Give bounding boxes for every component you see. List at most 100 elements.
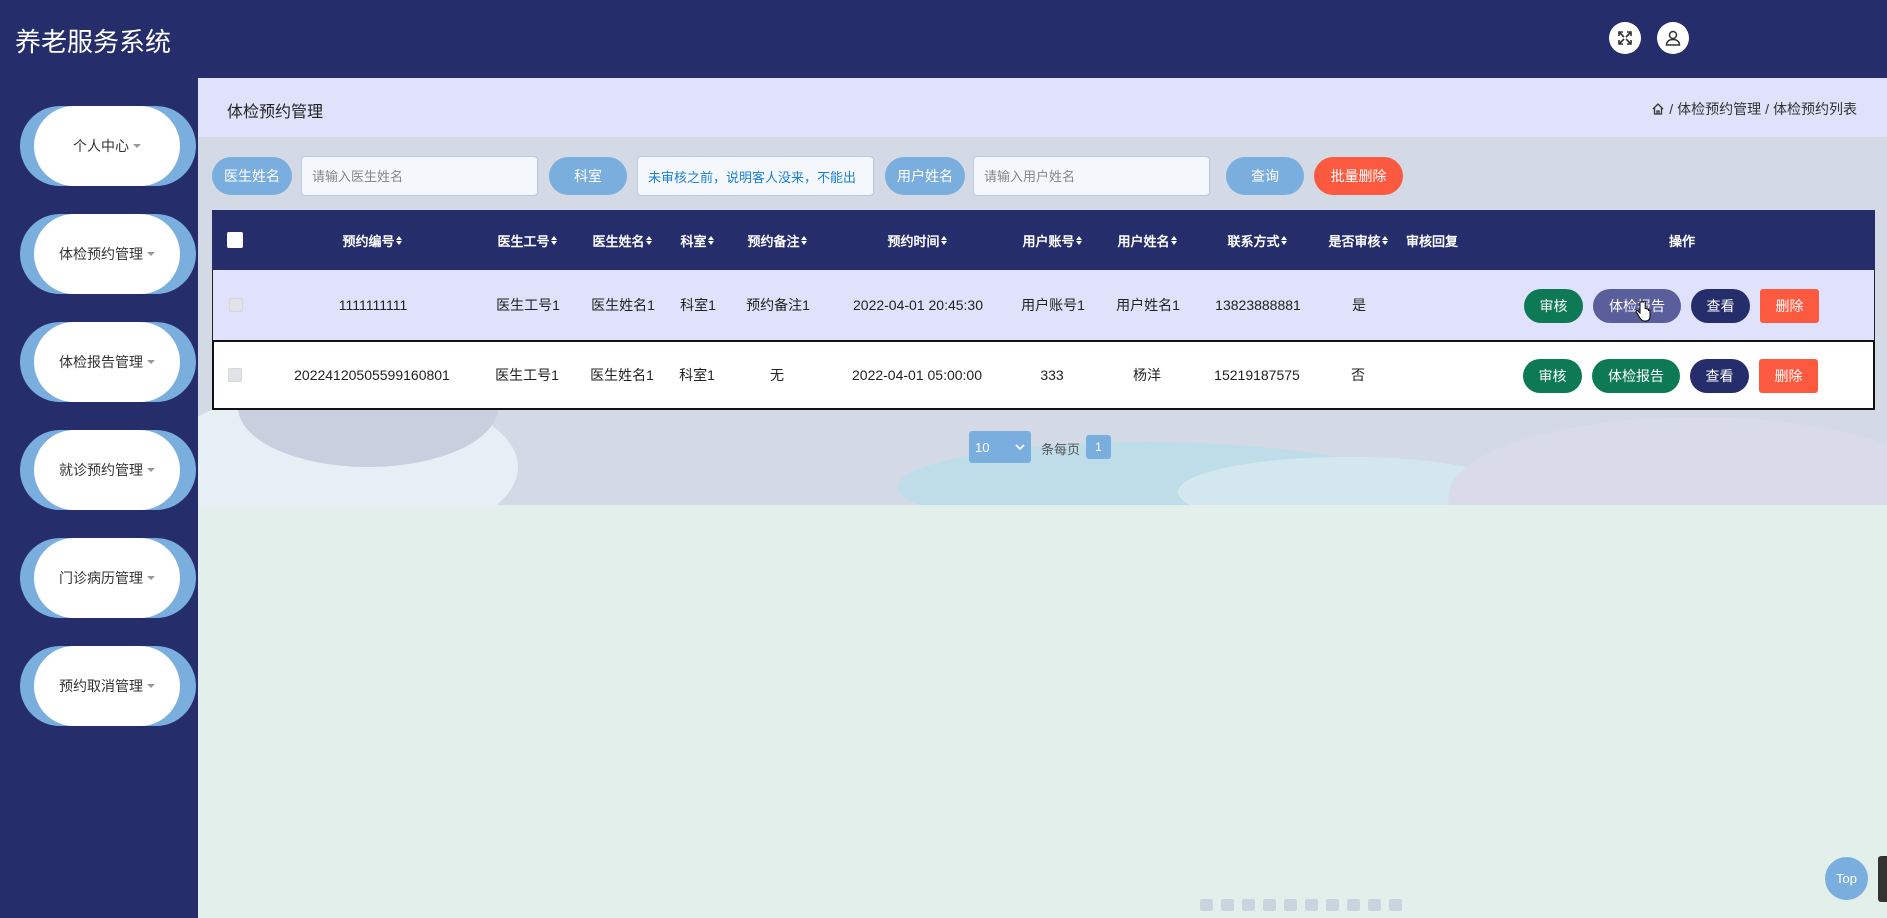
- cell-remark: 无: [770, 367, 784, 383]
- cell-account: 用户账号1: [1021, 297, 1085, 313]
- sidebar-item-booking-cancel[interactable]: 预约取消管理: [20, 646, 196, 726]
- audit-button[interactable]: 审核: [1524, 289, 1583, 323]
- caret-down-icon: [147, 468, 155, 472]
- app-title: 养老服务系统: [15, 27, 172, 57]
- select-all-checkbox[interactable]: [226, 210, 244, 270]
- row-checkbox[interactable]: [227, 270, 245, 340]
- department-label: 科室: [549, 157, 627, 195]
- sort-icon[interactable]: [800, 235, 807, 245]
- caret-down-icon: [133, 144, 141, 148]
- sidebar-item-label: 个人中心: [73, 138, 129, 154]
- view-button[interactable]: 查看: [1691, 289, 1750, 323]
- sidebar-item-outpatient-records[interactable]: 门诊病历管理: [20, 538, 196, 618]
- delete-button[interactable]: 删除: [1760, 289, 1819, 323]
- caret-down-icon: [147, 252, 155, 256]
- sort-icon[interactable]: [1381, 235, 1388, 245]
- cell-doctor-name: 医生姓名1: [591, 297, 655, 313]
- doctor-name-input[interactable]: [301, 156, 538, 196]
- sidebar-item-exam-booking[interactable]: 体检预约管理: [20, 214, 196, 294]
- department-input[interactable]: [637, 156, 874, 196]
- table-row: 20224120505599160801 医生工号1 医生姓名1 科室1 无 2…: [212, 340, 1875, 410]
- table-row: 1111111111 医生工号1 医生姓名1 科室1 预约备注1 2022-04…: [212, 270, 1875, 340]
- sidebar-item-visit-booking[interactable]: 就诊预约管理: [20, 430, 196, 510]
- cell-booking-id: 1111111111: [338, 297, 408, 313]
- sort-icon[interactable]: [707, 235, 714, 245]
- caret-down-icon: [147, 360, 155, 364]
- column-header-time[interactable]: 预约时间: [832, 210, 1002, 270]
- sidebar-item-label: 体检预约管理: [59, 246, 143, 262]
- page-number-button[interactable]: 1: [1086, 435, 1111, 459]
- sidebar-item-exam-report[interactable]: 体检报告管理: [20, 322, 196, 402]
- sidebar-item-label: 门诊病历管理: [59, 570, 143, 586]
- cell-time: 2022-04-01 05:00:00: [852, 367, 982, 383]
- sort-icon[interactable]: [395, 235, 402, 245]
- cell-reply: [1398, 270, 1468, 340]
- audit-button[interactable]: 审核: [1523, 359, 1582, 393]
- fullscreen-icon[interactable]: [1609, 22, 1641, 54]
- doctor-name-label: 医生姓名: [212, 157, 292, 195]
- cell-user-name: 用户姓名1: [1116, 297, 1180, 313]
- hand-cursor-icon: [1635, 300, 1651, 322]
- sort-icon[interactable]: [1075, 235, 1082, 245]
- batch-delete-button[interactable]: 批量删除: [1314, 157, 1403, 195]
- sidebar-item-label: 体检报告管理: [59, 354, 143, 370]
- ime-toolbar: [1200, 895, 1402, 915]
- cell-audited: 否: [1351, 367, 1365, 383]
- row-checkbox[interactable]: [226, 342, 244, 408]
- breadcrumb-separator: /: [1669, 101, 1674, 117]
- side-handle[interactable]: [1878, 856, 1887, 902]
- caret-down-icon: [147, 576, 155, 580]
- sort-icon[interactable]: [940, 235, 947, 245]
- sort-icon[interactable]: [1170, 235, 1177, 245]
- booking-table: 预约编号 医生工号 医生姓名 科室 预约备注 预约时间 用户账号 用户姓名 联系…: [212, 210, 1875, 410]
- column-header-remark[interactable]: 预约备注: [727, 210, 827, 270]
- view-button[interactable]: 查看: [1690, 359, 1749, 393]
- delete-button[interactable]: 删除: [1759, 359, 1818, 393]
- per-page-label: 条每页: [1041, 442, 1081, 457]
- cell-department: 科室1: [680, 297, 716, 313]
- breadcrumb: / 体检预约管理 / 体检预约列表: [1651, 99, 1857, 119]
- cell-reply: [1397, 342, 1467, 408]
- user-name-label: 用户姓名: [885, 157, 965, 195]
- cell-booking-id: 20224120505599160801: [294, 367, 450, 383]
- cell-doctor-no: 医生工号1: [495, 367, 559, 383]
- cell-department: 科室1: [679, 367, 715, 383]
- home-icon[interactable]: [1651, 102, 1665, 116]
- cell-remark: 预约备注1: [746, 297, 810, 313]
- breadcrumb-level2: 体检预约列表: [1773, 101, 1857, 117]
- breadcrumb-bar: 体检预约管理 / 体检预约管理 / 体检预约列表: [198, 78, 1887, 137]
- column-header-doctor-no[interactable]: 医生工号: [482, 210, 572, 270]
- column-header-actions: 操作: [1668, 233, 1695, 249]
- query-button[interactable]: 查询: [1226, 157, 1304, 195]
- breadcrumb-level1[interactable]: 体检预约管理: [1677, 99, 1761, 119]
- cell-phone: 15219187575: [1214, 367, 1300, 383]
- sidebar-item-personal-center[interactable]: 个人中心: [20, 106, 196, 186]
- exam-report-button[interactable]: 体检报告: [1592, 359, 1680, 393]
- user-icon[interactable]: [1657, 22, 1689, 54]
- column-header-booking-id[interactable]: 预约编号: [272, 210, 472, 270]
- column-header-audited[interactable]: 是否审核: [1322, 210, 1394, 270]
- table-header: 预约编号 医生工号 医生姓名 科室 预约备注 预约时间 用户账号 用户姓名 联系…: [212, 210, 1875, 270]
- top-header: 养老服务系统: [0, 0, 1887, 78]
- cell-doctor-name: 医生姓名1: [590, 367, 654, 383]
- cell-phone: 13823888881: [1215, 297, 1301, 313]
- chevron-down-icon: [1015, 444, 1025, 451]
- sort-icon[interactable]: [645, 235, 652, 245]
- sort-icon[interactable]: [1280, 235, 1287, 245]
- back-to-top-button[interactable]: Top: [1825, 857, 1868, 900]
- column-header-phone[interactable]: 联系方式: [1197, 210, 1317, 270]
- page-title: 体检预约管理: [227, 104, 324, 121]
- user-name-input[interactable]: [973, 156, 1210, 196]
- sort-icon[interactable]: [550, 235, 557, 245]
- sidebar: 个人中心 体检预约管理 体检报告管理 就诊预约管理 门诊病历管理 预约取消管理: [0, 78, 198, 918]
- sidebar-item-label: 就诊预约管理: [59, 462, 143, 478]
- column-header-user-name[interactable]: 用户姓名: [1102, 210, 1192, 270]
- column-header-department[interactable]: 科室: [667, 210, 727, 270]
- column-header-doctor-name[interactable]: 医生姓名: [577, 210, 667, 270]
- column-header-account[interactable]: 用户账号: [1007, 210, 1097, 270]
- page-size-select[interactable]: 10: [969, 431, 1031, 463]
- cell-audited: 是: [1352, 297, 1366, 313]
- breadcrumb-separator: /: [1765, 101, 1769, 117]
- decorative-cloud: [1448, 417, 1887, 505]
- caret-down-icon: [147, 684, 155, 688]
